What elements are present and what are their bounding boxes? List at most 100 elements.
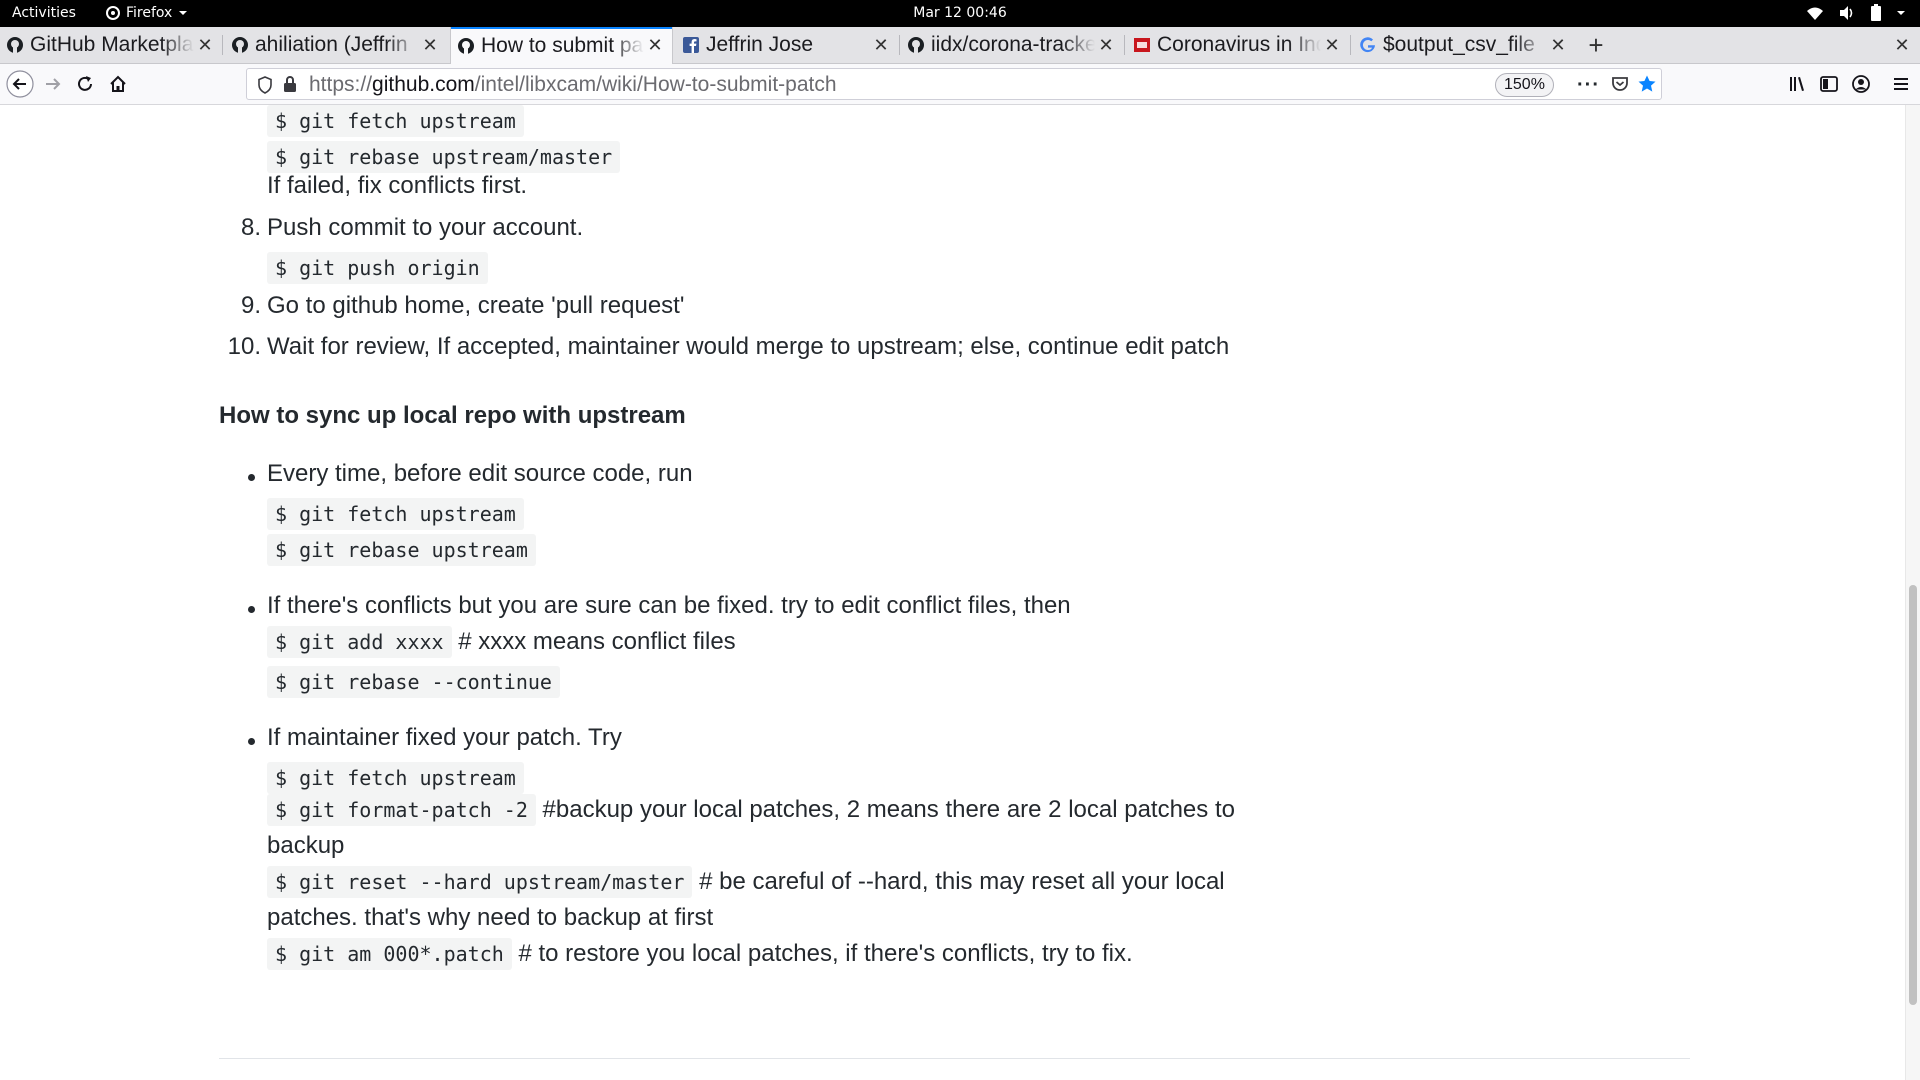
- account-button[interactable]: [1846, 69, 1876, 99]
- tab-corona-tracker[interactable]: iidx/corona-tracker ✕: [901, 27, 1123, 63]
- chevron-down-icon[interactable]: [1896, 8, 1906, 18]
- close-icon[interactable]: ✕: [419, 34, 441, 56]
- google-icon: [1359, 36, 1377, 54]
- list-number: 10.: [227, 333, 261, 360]
- step-9-text: Go to github home, create 'pull request': [267, 292, 685, 319]
- tab-title: Jeffrin Jose: [706, 33, 813, 56]
- close-icon[interactable]: ✕: [1321, 34, 1343, 56]
- library-icon: [1790, 77, 1804, 91]
- back-button[interactable]: [5, 69, 35, 99]
- back-arrow-icon: [6, 70, 34, 98]
- sidebar-icon: [1820, 76, 1838, 92]
- bullet-2-text: If there's conflicts but you are sure ca…: [267, 592, 1071, 619]
- page-content: $ git fetch upstream $ git rebase upstre…: [0, 105, 1906, 1080]
- menu-button[interactable]: [1886, 69, 1916, 99]
- tab-title: ahiliation (Jeffrin: [255, 33, 408, 56]
- tab-coronavirus-india[interactable]: Coronavirus in India ✕: [1127, 27, 1349, 63]
- firefox-icon: [106, 6, 120, 20]
- home-button[interactable]: [103, 69, 133, 99]
- lock-icon[interactable]: [283, 75, 297, 98]
- text-reset-continued: patches. that's why need to backup at fi…: [267, 904, 714, 931]
- comment-format-patch: #backup your local patches, 2 means ther…: [535, 796, 1235, 823]
- code-git-fetch-upstream[interactable]: $ git fetch upstream: [267, 105, 524, 137]
- navigation-toolbar: https://github.com/intel/libxcam/wiki/Ho…: [0, 64, 1920, 105]
- forward-arrow-icon: [46, 78, 61, 90]
- section-divider: [219, 1058, 1690, 1059]
- comment-add: # xxxx means conflict files: [451, 628, 736, 655]
- tab-title: Coronavirus in India: [1157, 33, 1321, 56]
- volume-icon[interactable]: [1838, 5, 1856, 21]
- toi-icon: [1133, 36, 1151, 54]
- chevron-down-icon: [178, 8, 188, 18]
- bullet: [248, 738, 255, 745]
- code-git-rebase-upstream-master[interactable]: $ git rebase upstream/master: [267, 141, 621, 173]
- close-icon[interactable]: ✕: [870, 34, 892, 56]
- new-tab-button[interactable]: +: [1578, 27, 1614, 63]
- comment-am: # to restore you local patches, if there…: [511, 940, 1133, 967]
- step-8-text: Push commit to your account.: [267, 214, 584, 241]
- code-git-reset-hard[interactable]: $ git reset --hard upstream/master: [267, 866, 693, 898]
- comment-reset: # be careful of --hard, this may reset a…: [692, 868, 1225, 895]
- app-name: Firefox: [126, 5, 173, 21]
- code-git-rebase-continue[interactable]: $ git rebase --continue: [267, 666, 560, 698]
- close-icon[interactable]: ✕: [194, 34, 216, 56]
- app-menu[interactable]: Firefox: [106, 5, 188, 21]
- close-icon[interactable]: ✕: [1095, 34, 1117, 56]
- step-10-text: Wait for review, If accepted, maintainer…: [267, 333, 1230, 360]
- list-number: 9.: [240, 292, 261, 319]
- text-if-failed: If failed, fix conflicts first.: [267, 172, 528, 199]
- bullet-1-text: Every time, before edit source code, run: [267, 460, 693, 487]
- tab-title: GitHub Marketplace: [30, 33, 194, 56]
- close-icon[interactable]: ✕: [644, 35, 666, 57]
- tab-title: How to submit patch: [481, 33, 644, 57]
- section-heading-sync: How to sync up local repo with upstream: [219, 402, 686, 429]
- github-icon: [231, 36, 249, 54]
- url-bar[interactable]: https://github.com/intel/libxcam/wiki/Ho…: [246, 68, 1662, 100]
- code-git-push-origin[interactable]: $ git push origin: [267, 252, 488, 284]
- code-git-fetch-upstream[interactable]: $ git fetch upstream: [267, 762, 524, 794]
- tab-github-marketplace[interactable]: GitHub Marketplace ✕: [0, 27, 222, 63]
- tab-how-to-submit-patch[interactable]: How to submit patch ✕: [450, 27, 673, 64]
- page-actions-icon[interactable]: ···: [1577, 74, 1600, 97]
- library-button[interactable]: [1782, 69, 1812, 99]
- scrollbar-thumb[interactable]: [1909, 585, 1917, 1005]
- code-git-add[interactable]: $ git add xxxx: [267, 626, 452, 658]
- tab-strip: GitHub Marketplace ✕ ahiliation (Jeffrin…: [0, 27, 1920, 64]
- bookmark-star-icon[interactable]: [1637, 74, 1657, 99]
- tab-ahiliation[interactable]: ahiliation (Jeffrin ✕: [225, 27, 447, 63]
- code-git-am[interactable]: $ git am 000*.patch: [267, 938, 512, 970]
- github-icon: [457, 37, 475, 55]
- activities-button[interactable]: Activities: [12, 5, 76, 21]
- reload-icon: [78, 76, 92, 91]
- zoom-indicator[interactable]: 150%: [1495, 73, 1554, 97]
- reload-button[interactable]: [70, 69, 100, 99]
- tab-output-csv-file[interactable]: $output_csv_file ✕: [1353, 27, 1575, 63]
- bullet: [248, 606, 255, 613]
- code-git-rebase-upstream[interactable]: $ git rebase upstream: [267, 534, 536, 566]
- sidebar-button[interactable]: [1814, 69, 1844, 99]
- home-icon: [110, 75, 126, 92]
- list-number: 8.: [240, 214, 261, 241]
- bullet: [248, 474, 255, 481]
- code-git-format-patch[interactable]: $ git format-patch -2: [267, 794, 536, 826]
- tab-jeffrin-jose[interactable]: Jeffrin Jose ✕: [676, 27, 898, 63]
- close-icon[interactable]: ✕: [1547, 34, 1569, 56]
- wifi-icon[interactable]: [1806, 5, 1824, 21]
- forward-button[interactable]: [38, 69, 68, 99]
- url-text[interactable]: https://github.com/intel/libxcam/wiki/Ho…: [309, 73, 837, 97]
- close-window-button[interactable]: ✕: [1888, 27, 1916, 63]
- account-icon: [1852, 75, 1870, 93]
- clock[interactable]: Mar 12 00:46: [913, 5, 1006, 21]
- hamburger-menu-icon: [1894, 78, 1908, 90]
- facebook-icon: [682, 36, 700, 54]
- battery-icon[interactable]: [1870, 4, 1882, 21]
- code-git-fetch-upstream[interactable]: $ git fetch upstream: [267, 498, 524, 530]
- tracking-protection-icon[interactable]: [257, 76, 273, 99]
- github-icon: [6, 36, 24, 54]
- bullet-3-text: If maintainer fixed your patch. Try: [267, 724, 622, 751]
- system-top-bar: Activities Firefox Mar 12 00:46: [0, 0, 1920, 27]
- text-backup: backup: [267, 832, 345, 859]
- tab-title: $output_csv_file: [1383, 33, 1535, 56]
- tab-title: iidx/corona-tracker: [931, 33, 1095, 56]
- pocket-icon[interactable]: [1611, 75, 1629, 98]
